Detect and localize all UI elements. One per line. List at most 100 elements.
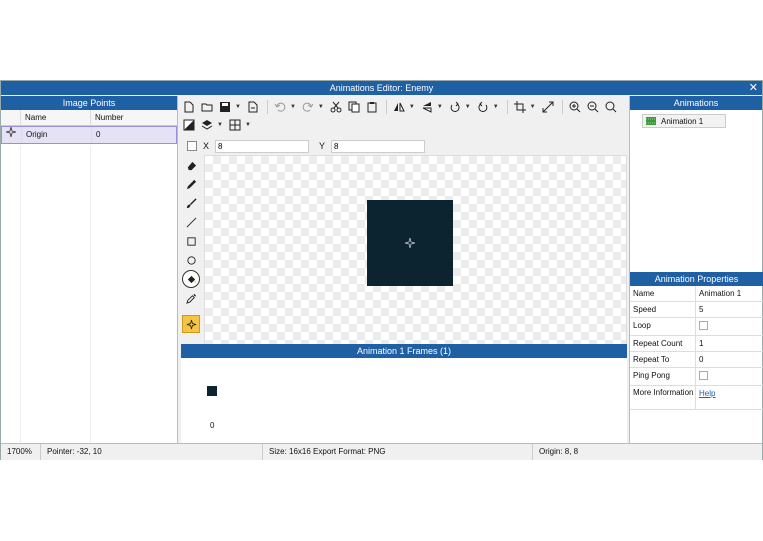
prop-loop-row: Loop <box>630 318 763 336</box>
flip-v-dropdown-icon[interactable]: ▼ <box>437 104 443 110</box>
zoom-out-icon[interactable] <box>585 99 601 115</box>
image-point-number: 0 <box>96 130 101 139</box>
x-input[interactable] <box>215 139 310 153</box>
undo-dropdown-icon[interactable]: ▼ <box>290 104 296 110</box>
zoom-in-icon[interactable] <box>567 99 583 115</box>
x-label: X <box>203 141 210 151</box>
animation-item-label: Animation 1 <box>661 116 704 126</box>
prop-speed-value[interactable]: 5 <box>696 302 763 317</box>
selection-checkbox[interactable] <box>187 141 197 151</box>
image-points-grid <box>1 146 177 444</box>
origin-point-icon[interactable] <box>182 315 200 333</box>
brush-icon[interactable] <box>182 194 200 212</box>
crop-dropdown-icon[interactable]: ▼ <box>530 104 536 110</box>
toolbar-separator <box>506 100 508 114</box>
zoom-level: 1700% <box>1 444 41 460</box>
loop-checkbox[interactable] <box>699 321 708 330</box>
frame-thumbnail[interactable] <box>207 386 217 396</box>
rotate-right-dropdown-icon[interactable]: ▼ <box>493 104 499 110</box>
rectangle-icon[interactable] <box>182 232 200 250</box>
image-point-row[interactable]: Origin 0 <box>1 126 177 144</box>
prop-loop-label: Loop <box>630 318 696 335</box>
animation-item[interactable]: Animation 1 <box>642 114 726 128</box>
prop-repeat-to-row: Repeat To 0 <box>630 352 763 368</box>
frames-header: Animation 1 Frames (1) <box>181 344 627 358</box>
prop-speed-row: Speed 5 <box>630 302 763 318</box>
rotate-left-icon[interactable] <box>447 99 463 115</box>
ping-pong-checkbox[interactable] <box>699 371 708 380</box>
right-panel: Animations Animation 1 Animation Propert… <box>629 96 763 444</box>
window-title: Animations Editor: Enemy <box>329 83 434 93</box>
layers-icon[interactable] <box>199 117 215 133</box>
close-icon[interactable]: ✕ <box>749 81 758 95</box>
y-label: Y <box>319 141 326 151</box>
grid-icon[interactable] <box>227 117 243 133</box>
film-strip-icon <box>646 117 656 125</box>
prop-repeat-count-value[interactable]: 1 <box>696 336 763 351</box>
resize-icon[interactable] <box>540 99 556 115</box>
flip-vertical-icon[interactable] <box>419 99 435 115</box>
grid-dropdown-icon[interactable]: ▼ <box>245 122 251 128</box>
coordinate-bar: X Y <box>181 138 627 154</box>
flip-horizontal-icon[interactable] <box>391 99 407 115</box>
origin-position: Origin: 8, 8 <box>539 447 579 456</box>
pencil-icon[interactable] <box>182 175 200 193</box>
image-points-header: Image Points <box>1 96 177 110</box>
toolbar-separator <box>385 100 387 114</box>
animation-properties-header: Animation Properties <box>630 272 763 286</box>
column-name[interactable]: Name <box>21 110 91 125</box>
column-number[interactable]: Number <box>91 110 177 125</box>
ellipse-icon[interactable] <box>182 251 200 269</box>
eyedropper-icon[interactable] <box>182 289 200 307</box>
prop-ping-pong-label: Ping Pong <box>630 368 696 385</box>
save-dropdown-icon[interactable]: ▼ <box>235 104 241 110</box>
cut-icon[interactable] <box>328 99 344 115</box>
y-input[interactable] <box>331 139 426 153</box>
paste-icon[interactable] <box>364 99 380 115</box>
zoom-fit-icon[interactable] <box>603 99 619 115</box>
export-icon[interactable] <box>245 99 261 115</box>
prop-speed-label: Speed <box>630 302 696 317</box>
redo-icon[interactable] <box>300 99 316 115</box>
rotate-left-dropdown-icon[interactable]: ▼ <box>465 104 471 110</box>
image-points-panel: Image Points Name Number Origin 0 <box>1 96 178 444</box>
crop-icon[interactable] <box>512 99 528 115</box>
title-bar: Animations Editor: Enemy ✕ <box>1 81 762 95</box>
origin-marker-icon[interactable] <box>404 237 416 249</box>
prop-more-info-row: More Information Help <box>630 386 763 410</box>
image-point-name: Origin <box>22 127 92 143</box>
toolbar-separator <box>561 100 563 114</box>
save-icon[interactable] <box>217 99 233 115</box>
new-file-icon[interactable] <box>181 99 197 115</box>
prop-repeat-count-label: Repeat Count <box>630 336 696 351</box>
fill-bucket-icon[interactable] <box>182 270 200 288</box>
flip-h-dropdown-icon[interactable]: ▼ <box>409 104 415 110</box>
animations-list: Animation 1 <box>630 110 762 270</box>
prop-more-info-label: More Information <box>630 386 696 409</box>
main-toolbar: ▼ ▼ ▼ ▼ ▼ ▼ ▼ ▼ ▼ ▼ <box>181 98 627 136</box>
image-size-format: Size: 16x16 Export Format: PNG <box>263 444 533 460</box>
open-folder-icon[interactable] <box>199 99 215 115</box>
copy-icon[interactable] <box>346 99 362 115</box>
eraser-icon[interactable] <box>182 156 200 174</box>
prop-name-row: Name Animation 1 <box>630 286 763 302</box>
animation-properties-panel: Animation Properties Name Animation 1 Sp… <box>630 272 763 410</box>
color-icon[interactable] <box>181 117 197 133</box>
undo-icon[interactable] <box>272 99 288 115</box>
pointer-position: Pointer: -32, 10 <box>41 444 263 460</box>
rotate-right-icon[interactable] <box>475 99 491 115</box>
redo-dropdown-icon[interactable]: ▼ <box>318 104 324 110</box>
frame-number: 0 <box>210 421 215 430</box>
layers-dropdown-icon[interactable]: ▼ <box>217 122 223 128</box>
column-icon <box>1 110 21 125</box>
prop-ping-pong-row: Ping Pong <box>630 368 763 386</box>
prop-repeat-to-value[interactable]: 0 <box>696 352 763 367</box>
image-points-columns: Name Number <box>1 110 177 126</box>
line-icon[interactable] <box>182 213 200 231</box>
help-link[interactable]: Help <box>699 389 715 398</box>
animations-header: Animations <box>630 96 762 110</box>
prop-repeat-to-label: Repeat To <box>630 352 696 367</box>
animations-editor-window: Animations Editor: Enemy ✕ Image Points … <box>0 80 763 460</box>
prop-name-value[interactable]: Animation 1 <box>696 286 763 301</box>
sprite-image <box>367 200 453 286</box>
